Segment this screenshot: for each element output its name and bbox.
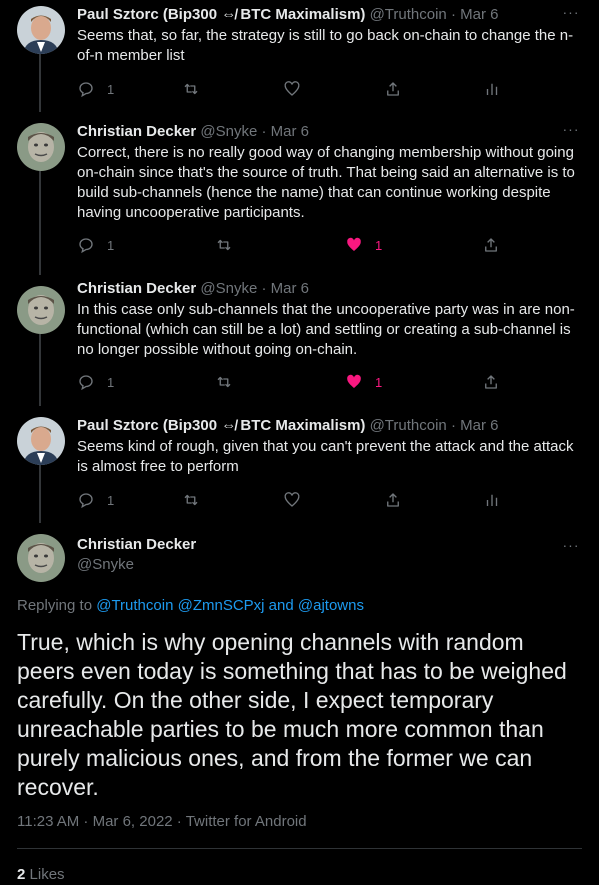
tweet-header: Christian Decker @Snyke · Mar 6 (77, 123, 309, 141)
author-handle[interactable]: @Snyke (200, 280, 257, 297)
reply-icon (79, 82, 93, 98)
reply-count: 1 (107, 237, 115, 253)
tweet-header: Paul Sztorc (Bip300 ⇎ BTC Maximalism) @T… (77, 417, 498, 435)
reply-icon (79, 493, 93, 509)
reply-button[interactable]: 1 (77, 490, 114, 510)
avatar-paul[interactable] (17, 6, 65, 54)
tweet-3[interactable]: Paul Sztorc (Bip300 ⇎ BTC Maximalism) @T… (0, 411, 599, 523)
author-name[interactable]: Paul Sztorc (Bip300 ⇎ BTC Maximalism) (77, 6, 365, 23)
tweet-actions: 1 (77, 79, 507, 99)
analytics-button[interactable] (483, 490, 501, 510)
tweet-date[interactable]: Mar 6 (271, 123, 309, 140)
retweet-icon (184, 494, 198, 506)
tweet-date[interactable]: Mar 6 (271, 280, 309, 297)
avatar-christian-main[interactable] (17, 534, 65, 582)
share-icon (485, 375, 497, 389)
retweet-icon (217, 239, 231, 251)
reply-count: 1 (107, 81, 115, 97)
more-icon[interactable]: ··· (561, 538, 581, 557)
tweet-date[interactable]: Mar 6 (460, 6, 498, 23)
tweet-date[interactable]: Mar 6 (460, 417, 498, 434)
like-button[interactable]: 1 (345, 372, 382, 392)
likes-label: Likes (29, 866, 65, 883)
retweet-button[interactable] (182, 490, 200, 510)
share-button[interactable] (482, 235, 500, 255)
likes-number: 2 (17, 866, 26, 883)
separator: · (261, 123, 267, 140)
tweet-text: Seems that, so far, the strategy is stil… (77, 27, 574, 64)
like-button[interactable]: 1 (345, 235, 382, 255)
likes-count[interactable]: 2 Likes (17, 866, 65, 883)
replying-to: Replying to @Truthcoin @ZmnSCPxj and @aj… (17, 597, 364, 614)
heart-icon (284, 81, 300, 96)
share-button[interactable] (482, 372, 500, 392)
reply-icon (79, 375, 93, 391)
analytics-icon (486, 494, 498, 506)
author-name[interactable]: Christian Decker (77, 280, 196, 297)
reply-button[interactable]: 1 (77, 235, 114, 255)
like-count: 1 (375, 374, 383, 390)
heart-filled-icon (347, 374, 361, 388)
tweet-text: Correct, there is no really good way of … (77, 144, 575, 221)
analytics-button[interactable] (483, 79, 501, 99)
share-icon (485, 238, 497, 252)
reply-icon (79, 238, 93, 254)
retweet-button[interactable] (182, 79, 200, 99)
reply-button[interactable]: 1 (77, 79, 114, 99)
retweet-icon (217, 376, 231, 388)
author-name[interactable]: Paul Sztorc (Bip300 ⇎ BTC Maximalism) (77, 417, 365, 434)
like-button[interactable] (283, 490, 301, 510)
mention-link[interactable]: @Truthcoin (96, 597, 173, 614)
reply-button[interactable]: 1 (77, 372, 114, 392)
analytics-icon (486, 83, 498, 95)
tweet-2[interactable]: Christian Decker @Snyke · Mar 6 In this … (0, 280, 599, 406)
author-name[interactable]: Christian Decker (77, 123, 196, 140)
reply-count: 1 (107, 374, 115, 390)
tweet-actions: 1 1 (77, 372, 507, 392)
more-icon[interactable]: ··· (561, 122, 581, 141)
more-icon[interactable]: ··· (561, 5, 581, 24)
share-button[interactable] (384, 490, 402, 510)
share-icon (387, 493, 399, 507)
main-author-handle[interactable]: @Snyke (77, 556, 134, 573)
divider (17, 848, 582, 849)
tweet-timestamp[interactable]: 11:23 AM · Mar 6, 2022 · Twitter for And… (17, 813, 307, 830)
heart-icon (284, 492, 300, 507)
avatar-christian[interactable] (17, 123, 65, 171)
main-author-name[interactable]: Christian Decker (77, 536, 196, 553)
retweet-button[interactable] (215, 235, 233, 255)
reply-count: 1 (107, 492, 115, 508)
replying-and: and (268, 597, 294, 614)
main-tweet-text: True, which is why opening channels with… (17, 629, 567, 800)
separator: · (450, 6, 456, 23)
author-handle[interactable]: @Truthcoin (370, 417, 447, 434)
tweet-0[interactable]: Paul Sztorc (Bip300 ⇎ BTC Maximalism) @T… (0, 0, 599, 112)
avatar-christian[interactable] (17, 286, 65, 334)
author-handle[interactable]: @Truthcoin (370, 6, 447, 23)
mention-link[interactable]: @ZmnSCPxj (178, 597, 265, 614)
heart-filled-icon (347, 237, 361, 251)
replying-prefix: Replying to (17, 597, 93, 614)
tweet-actions: 1 1 (77, 235, 507, 255)
avatar-paul[interactable] (17, 417, 65, 465)
like-button[interactable] (283, 79, 313, 99)
tweet-actions: 1 (77, 490, 507, 510)
tweet-header: Christian Decker @Snyke · Mar 6 (77, 280, 309, 298)
retweet-button[interactable] (215, 372, 233, 392)
tweet-text: Seems kind of rough, given that you can'… (77, 438, 574, 475)
tweet-header: Paul Sztorc (Bip300 ⇎ BTC Maximalism) @T… (77, 6, 498, 24)
retweet-icon (184, 83, 198, 95)
share-button[interactable] (384, 79, 402, 99)
tweet-1[interactable]: Christian Decker @Snyke · Mar 6 ··· Corr… (0, 117, 599, 275)
like-count: 1 (375, 237, 383, 253)
share-icon (387, 82, 399, 96)
separator: · (450, 417, 456, 434)
mention-link[interactable]: @ajtowns (298, 597, 364, 614)
separator: · (261, 280, 267, 297)
author-handle[interactable]: @Snyke (200, 123, 257, 140)
tweet-text: In this case only sub-channels that the … (77, 301, 575, 358)
